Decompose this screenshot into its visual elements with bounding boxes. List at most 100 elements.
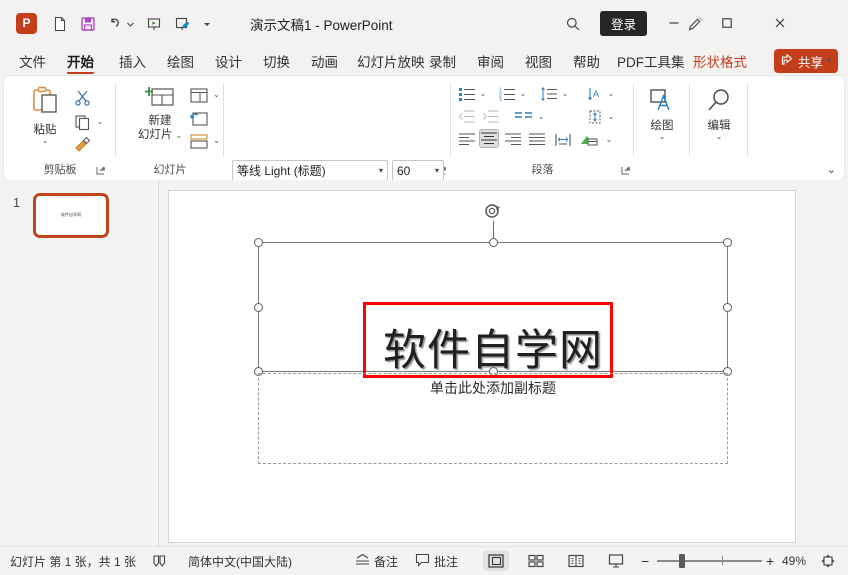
- align-center-icon[interactable]: [479, 129, 499, 148]
- comments-button[interactable]: 批注: [415, 547, 458, 575]
- language-status[interactable]: 简体中文(中国大陆): [188, 547, 292, 575]
- paste-button[interactable]: 粘贴 ⌄: [22, 86, 68, 145]
- distribute-text-icon[interactable]: [553, 130, 573, 149]
- new-file-icon[interactable]: [48, 12, 72, 36]
- tab-transitions[interactable]: 切换: [254, 46, 299, 76]
- align-text-icon[interactable]: [585, 107, 605, 126]
- maximize-button[interactable]: [705, 8, 749, 38]
- fit-slide-icon[interactable]: [820, 553, 836, 569]
- present-edit-icon[interactable]: [170, 12, 194, 36]
- subtitle-placeholder[interactable]: 单击此处添加副标题: [258, 373, 728, 464]
- paste-chevron-down-icon[interactable]: ⌄: [42, 137, 49, 145]
- notes-label: 备注: [374, 554, 399, 569]
- minimize-button[interactable]: [652, 8, 696, 38]
- zoom-level-value[interactable]: 49%: [782, 554, 806, 568]
- numbered-list-icon[interactable]: 123: [497, 84, 517, 103]
- slide-canvas[interactable]: 软件自学网 单击此处添加副标题: [168, 190, 796, 543]
- text-direction-chevron-down-icon[interactable]: ⌄: [605, 84, 617, 103]
- search-icon[interactable]: [560, 11, 586, 37]
- tab-design[interactable]: 设计: [206, 46, 251, 76]
- align-left-icon[interactable]: [457, 130, 477, 149]
- undo-dropdown-chevron-down-icon[interactable]: [124, 12, 137, 36]
- tab-shape-format[interactable]: 形状格式: [684, 46, 756, 76]
- tab-insert[interactable]: 插入: [110, 46, 155, 76]
- columns-icon[interactable]: [513, 107, 533, 126]
- ribbon-collapse-chevron-down-icon[interactable]: ⌄: [827, 163, 836, 176]
- paragraph-dialog-launcher[interactable]: [621, 164, 633, 176]
- zoom-slider-tick: [722, 556, 723, 565]
- align-right-icon[interactable]: [503, 130, 523, 149]
- clipboard-dialog-launcher[interactable]: [96, 164, 108, 176]
- zoom-out-button[interactable]: −: [641, 553, 649, 569]
- notes-button[interactable]: 备注: [355, 547, 398, 575]
- zoom-in-button[interactable]: +: [766, 553, 774, 569]
- tab-record[interactable]: 录制: [420, 46, 465, 76]
- layout-chevron-down-icon[interactable]: ⌄: [211, 86, 222, 104]
- format-painter-icon[interactable]: [72, 134, 94, 154]
- editing-chevron-down-icon[interactable]: ⌄: [716, 133, 723, 141]
- align-justify-icon[interactable]: [527, 130, 547, 149]
- tab-view[interactable]: 视图: [516, 46, 561, 76]
- slideshow-view-button[interactable]: [603, 551, 629, 571]
- font-name-input[interactable]: 等线 Light (标题) ▾: [232, 160, 388, 181]
- handle-top-right[interactable]: [723, 238, 732, 247]
- share-button[interactable]: 共享 ▾: [773, 49, 838, 73]
- line-spacing-icon[interactable]: [539, 84, 559, 103]
- font-name-chevron-down-icon[interactable]: ▾: [379, 166, 383, 175]
- tab-home[interactable]: 开始: [58, 46, 103, 76]
- tab-help[interactable]: 帮助: [564, 46, 609, 76]
- handle-top-left[interactable]: [254, 238, 263, 247]
- signin-button[interactable]: 登录: [600, 11, 648, 36]
- customize-qat-chevron-down-icon[interactable]: [200, 12, 214, 36]
- columns-chevron-down-icon[interactable]: ⌄: [535, 107, 547, 126]
- font-size-input[interactable]: 60 ▾: [392, 160, 444, 181]
- new-slide-button[interactable]: 新建 幻灯片 ⌄: [132, 85, 188, 142]
- zoom-slider-track[interactable]: [657, 560, 762, 562]
- present-icon[interactable]: [142, 12, 166, 36]
- tab-draw[interactable]: 绘图: [158, 46, 203, 76]
- increase-indent-icon[interactable]: [481, 107, 501, 126]
- copy-icon[interactable]: [72, 112, 92, 132]
- cut-icon[interactable]: [72, 87, 92, 107]
- decrease-indent-icon[interactable]: [457, 107, 477, 126]
- rotate-handle-icon[interactable]: [483, 201, 503, 221]
- slide-canvas-area: 软件自学网 单击此处添加副标题: [159, 180, 848, 546]
- close-button[interactable]: [758, 8, 802, 38]
- bullet-list-icon[interactable]: [457, 84, 477, 103]
- smartart-chevron-down-icon[interactable]: ⌄: [603, 130, 615, 149]
- reading-view-button[interactable]: [563, 551, 589, 571]
- tab-file[interactable]: 文件: [10, 46, 55, 76]
- normal-view-button[interactable]: [483, 551, 509, 571]
- tab-animations[interactable]: 动画: [302, 46, 347, 76]
- zoom-slider-thumb[interactable]: [679, 554, 685, 568]
- tab-pdf-tools[interactable]: PDF工具集: [608, 46, 694, 76]
- comments-label: 批注: [434, 554, 459, 569]
- section-icon[interactable]: [188, 132, 210, 150]
- text-direction-icon[interactable]: A: [585, 84, 605, 103]
- new-slide-chevron-down-icon[interactable]: ⌄: [175, 131, 182, 140]
- numbering-chevron-down-icon[interactable]: ⌄: [517, 84, 529, 103]
- section-chevron-down-icon[interactable]: ⌄: [211, 132, 222, 150]
- editing-button[interactable]: 编辑 ⌄: [696, 88, 742, 141]
- font-size-chevron-down-icon[interactable]: ▾: [435, 166, 439, 175]
- align-text-chevron-down-icon[interactable]: ⌄: [605, 107, 617, 126]
- save-icon[interactable]: [76, 12, 100, 36]
- accessibility-icon[interactable]: [152, 547, 167, 575]
- bullets-chevron-down-icon[interactable]: ⌄: [477, 84, 489, 103]
- copy-chevron-down-icon[interactable]: ⌄: [94, 112, 106, 132]
- slide-count-status[interactable]: 幻灯片 第 1 张，共 1 张: [10, 547, 136, 575]
- drawing-button[interactable]: 绘图 ⌄: [639, 88, 685, 141]
- reset-icon[interactable]: [188, 109, 210, 127]
- slide-sorter-view-button[interactable]: [523, 551, 549, 571]
- share-chevron-down-icon[interactable]: ▾: [827, 57, 831, 65]
- smartart-icon[interactable]: [579, 130, 599, 149]
- drawing-chevron-down-icon[interactable]: ⌄: [659, 133, 666, 141]
- handle-top-center[interactable]: [488, 238, 498, 247]
- slide-thumbnail-1[interactable]: 软件自学网: [33, 193, 109, 238]
- line-spacing-chevron-down-icon[interactable]: ⌄: [559, 84, 571, 103]
- handle-middle-right[interactable]: [723, 302, 732, 312]
- share-icon: [781, 53, 794, 69]
- handle-middle-left[interactable]: [254, 302, 263, 312]
- layout-icon[interactable]: [188, 86, 210, 104]
- tab-review[interactable]: 审阅: [468, 46, 513, 76]
